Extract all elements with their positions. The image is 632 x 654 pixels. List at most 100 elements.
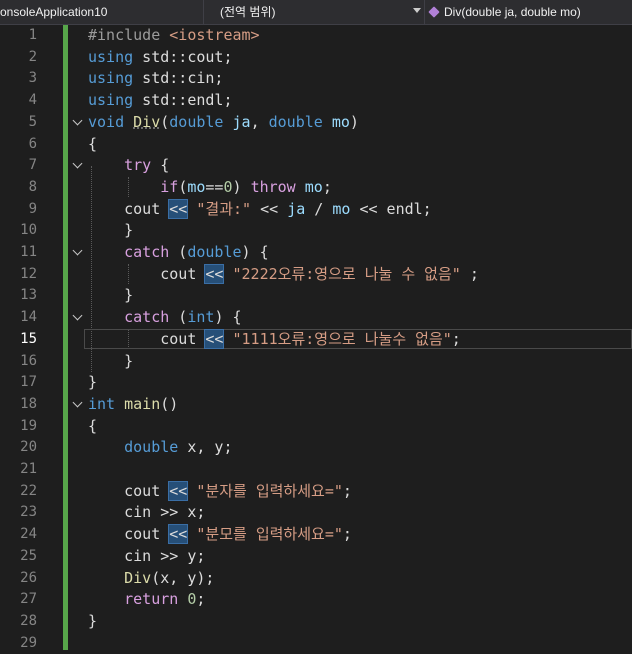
code-line: 29	[0, 633, 632, 654]
member-dropdown[interactable]: Div(double ja, double mo)	[426, 0, 632, 24]
fold-chevron-icon[interactable]	[72, 115, 83, 126]
keyword: using	[88, 69, 134, 88]
line-number: 21	[20, 461, 37, 477]
code-text[interactable]: using std::cout;	[88, 47, 233, 69]
fold-chevron-icon[interactable]	[72, 158, 83, 169]
string-literal: "2222오류:영으로 나눌 수 없음"	[232, 264, 461, 283]
code-text[interactable]: cout << "분모를 입력하세요=";	[88, 524, 352, 546]
line-number: 10	[20, 222, 37, 239]
line-number: 18	[20, 395, 37, 412]
control-keyword: throw	[250, 177, 296, 196]
code-token: (x, y);	[151, 568, 215, 587]
code-text[interactable]: }	[88, 220, 133, 242]
navbar-divider	[203, 0, 204, 24]
code-text[interactable]: }	[88, 285, 133, 307]
fold-chevron-icon[interactable]	[72, 245, 83, 256]
code-line: 9 cout << "결과:" << ja / mo << endl;	[0, 198, 632, 221]
code-text[interactable]: {	[88, 134, 97, 156]
code-text[interactable]: #include <iostream>	[88, 25, 260, 47]
code-text[interactable]: double x, y;	[88, 437, 233, 459]
code-token: cout	[88, 264, 206, 283]
code-editor[interactable]: 1 #include <iostream> 2 using std::cout;…	[0, 25, 632, 653]
project-dropdown[interactable]: onsoleApplication10	[0, 0, 200, 24]
line-number: 8	[28, 178, 37, 195]
code-token: x, y;	[178, 438, 233, 457]
code-text[interactable]: using std::endl;	[88, 90, 233, 112]
line-number: 24	[20, 526, 37, 543]
fold-chevron-icon[interactable]	[72, 397, 83, 408]
line-number: 23	[20, 504, 37, 521]
code-text[interactable]: cin >> y;	[88, 546, 205, 568]
line-number: 11	[20, 244, 37, 260]
code-text[interactable]: try {	[88, 155, 169, 177]
parameter: mo	[187, 177, 206, 196]
code-text[interactable]: if(mo==0) throw mo;	[88, 177, 332, 199]
code-token: )	[232, 177, 251, 196]
code-text[interactable]: cin >> x;	[88, 502, 205, 524]
code-token: cin >> x;	[88, 503, 206, 522]
code-line: 22 cout << "분자를 입력하세요=";	[0, 480, 632, 503]
parameter: mo	[332, 199, 351, 218]
keyword: double	[268, 112, 323, 131]
code-text[interactable]: int main()	[88, 394, 178, 416]
code-token: std::endl;	[133, 91, 233, 110]
code-line: 14 catch (int) {	[0, 307, 632, 329]
code-text[interactable]: catch (int) {	[88, 307, 241, 329]
code-line: 11 catch (double) {	[0, 242, 632, 264]
code-token: (	[169, 243, 188, 261]
number-literal: 0	[223, 177, 233, 196]
string-literal: "분모를 입력하세요="	[196, 525, 343, 544]
code-text[interactable]: using std::cin;	[88, 68, 223, 90]
code-text[interactable]: }	[88, 611, 97, 633]
parameter: mo	[331, 112, 350, 131]
fold-chevron-icon[interactable]	[72, 310, 83, 321]
code-text[interactable]: {	[88, 416, 97, 438]
code-token: ==	[205, 177, 224, 196]
code-text[interactable]: return 0;	[88, 589, 205, 611]
code-token: ()	[160, 394, 179, 413]
code-text[interactable]: void Div(double ja, double mo)	[88, 112, 359, 134]
code-text[interactable]: cout << "2222오류:영으로 나눌 수 없음" ;	[88, 263, 479, 286]
operator-highlight: <<	[204, 328, 225, 349]
code-token: cout	[88, 481, 170, 500]
code-token: ;	[460, 264, 479, 283]
code-text[interactable]: cout << "결과:" << ja / mo << endl;	[88, 198, 432, 221]
code-token: {	[151, 156, 170, 175]
control-keyword: catch	[124, 308, 170, 327]
code-text[interactable]: Div(x, y);	[88, 568, 214, 590]
operator-highlight: <<	[168, 524, 189, 545]
line-number: 15	[20, 330, 37, 347]
code-text[interactable]: cout << "1111오류:영으로 나눌수 없음";	[88, 328, 461, 351]
line-number: 19	[20, 417, 37, 434]
line-number: 13	[20, 287, 37, 304]
scope-dropdown[interactable]: (전역 범위)	[206, 0, 424, 24]
keyword: int	[187, 308, 215, 327]
code-token: )	[349, 112, 359, 131]
keyword: double	[169, 112, 224, 131]
code-text[interactable]: }	[88, 351, 133, 373]
code-text[interactable]: cout << "분자를 입력하세요=";	[88, 480, 352, 503]
code-line: 21	[0, 459, 632, 481]
navbar-divider	[424, 0, 425, 24]
line-number: 2	[28, 48, 37, 65]
preprocessor-directive: #include	[88, 26, 170, 44]
parameter: ja	[287, 199, 306, 218]
code-line: 12 cout << "2222오류:영으로 나눌 수 없음" ;	[0, 263, 632, 286]
code-token: ;	[342, 525, 352, 544]
control-keyword: if	[160, 177, 179, 196]
code-token: ;	[451, 329, 461, 348]
code-line: 5 void Div(double ja, double mo)	[0, 112, 632, 134]
line-number: 14	[20, 309, 37, 326]
code-text[interactable]: catch (double) {	[88, 242, 269, 264]
code-text[interactable]: }	[88, 372, 97, 394]
code-token: {	[88, 416, 98, 435]
line-number: 3	[28, 70, 37, 87]
code-line: 3 using std::cin;	[0, 68, 632, 90]
code-line: 2 using std::cout;	[0, 47, 632, 69]
